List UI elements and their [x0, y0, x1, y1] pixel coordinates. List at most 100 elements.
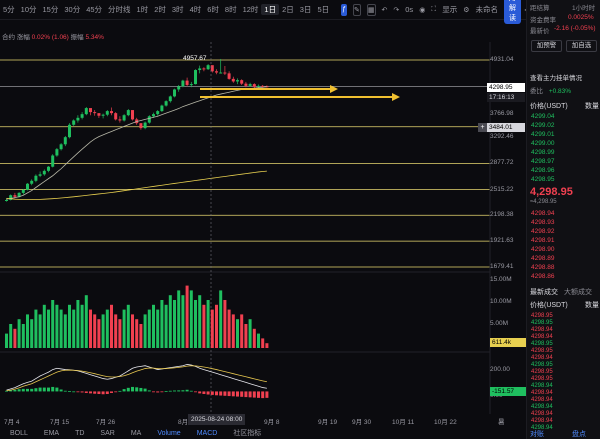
macd-hist [139, 387, 143, 392]
macd-hist [261, 391, 265, 399]
timeframe-0[interactable]: 5分 [0, 4, 18, 15]
macd-hist [198, 391, 202, 394]
macd-hist [147, 390, 151, 392]
ratio-row: 委比 +0.83% [530, 85, 571, 95]
settle-value: 1小时时 [572, 5, 596, 12]
refresh-interval[interactable]: 0s [402, 5, 416, 14]
timeframe-10[interactable]: 6时 [204, 4, 222, 15]
settings-icon[interactable]: ⚙ [463, 4, 469, 16]
reconcile-link[interactable]: 对账 [530, 429, 544, 439]
candle-body [160, 105, 164, 112]
order-flow-link[interactable]: 查看主力挂单情况 [530, 72, 582, 82]
layout-name[interactable]: 未命名 [472, 4, 501, 15]
indicator-ema[interactable]: EMA [44, 430, 59, 437]
macd-dea-line [6, 365, 267, 392]
volume-bar [76, 300, 80, 348]
timeframe-7[interactable]: 2时 [151, 4, 169, 15]
volume-bar [261, 338, 265, 348]
inventory-link[interactable]: 盘点 [572, 429, 586, 439]
ratio-label: 委比 [530, 88, 543, 95]
bid-price[interactable]: 4298.86 [531, 273, 555, 281]
volume-bar [26, 314, 29, 348]
timeframe-13[interactable]: 1日 [261, 4, 280, 15]
add-level-button[interactable]: + [478, 123, 487, 132]
timeframe-1[interactable]: 10分 [18, 4, 40, 15]
redo-icon[interactable]: ↷ [393, 4, 399, 16]
change-info: 合约 涨幅 0.02% (1.06) 振幅 5.34% [2, 31, 104, 41]
timeframe-2[interactable]: 15分 [40, 4, 62, 15]
candle-body [257, 85, 260, 87]
indicator-社区指标[interactable]: 社区指标 [233, 428, 261, 438]
timeframe-4[interactable]: 45分 [83, 4, 105, 15]
timeframe-15[interactable]: 3日 [297, 4, 315, 15]
ask-price[interactable]: 4298.97 [531, 158, 555, 166]
timeframe-16[interactable]: 5日 [314, 4, 332, 15]
latest-change-row: 最新价 -2.16 (-0.05%) [530, 25, 596, 35]
bid-price[interactable]: 4298.88 [531, 264, 555, 272]
macd-hist [13, 389, 17, 392]
indicator-ma[interactable]: MA [131, 430, 142, 437]
timeframe-11[interactable]: 8时 [222, 4, 240, 15]
line-level-tag: 3484.01 [487, 123, 525, 132]
timeframe-3[interactable]: 30分 [61, 4, 83, 15]
fullscreen-icon[interactable]: ⛶ [431, 4, 436, 16]
ask-price[interactable]: 4299.02 [531, 122, 555, 130]
ask-price[interactable]: 4299.01 [531, 131, 555, 139]
ask-price[interactable]: 4298.96 [531, 167, 555, 175]
add-alert-button[interactable]: 加预警 [531, 40, 562, 52]
ask-price[interactable]: 4299.04 [531, 113, 555, 121]
timeframe-8[interactable]: 3时 [169, 4, 187, 15]
timeframe-5[interactable]: 分时线 [105, 4, 134, 15]
trades-tab[interactable]: 最新成交 [530, 289, 558, 296]
bid-price[interactable]: 4298.94 [531, 210, 555, 218]
volume-bar [173, 300, 176, 348]
ask-price[interactable]: 4298.95 [531, 176, 555, 184]
chart-canvas[interactable] [0, 42, 526, 414]
macd-hist [21, 388, 25, 392]
volume-bar [47, 309, 50, 348]
bid-price[interactable]: 4298.92 [531, 228, 555, 236]
timeframe-14[interactable]: 2日 [279, 4, 297, 15]
price-tick: 1679.41 [490, 263, 514, 270]
macd-hist [135, 387, 139, 392]
layout-icon[interactable]: ▦ [366, 3, 376, 16]
indicator-sar[interactable]: SAR [100, 430, 114, 437]
volume-bar [160, 300, 164, 348]
indicator-icon[interactable]: ƒ [341, 3, 348, 16]
candle-body [72, 120, 76, 125]
orderbook-panel: 距结算 1小时时 资金费率 0.0025% 最新价 -2.16 (-0.05%)… [526, 0, 600, 439]
time-tick: 9月 19 [318, 419, 338, 426]
indicator-volume[interactable]: Volume [157, 430, 180, 437]
ask-price[interactable]: 4298.99 [531, 149, 555, 157]
ma200-line [6, 170, 267, 200]
timeframe-6[interactable]: 1时 [134, 4, 152, 15]
bid-price[interactable]: 4298.89 [531, 255, 555, 263]
macd-hist [105, 391, 109, 394]
bid-price[interactable]: 4298.91 [531, 237, 555, 245]
timeframe-9[interactable]: 4时 [187, 4, 205, 15]
display-button[interactable]: 显示 [439, 4, 460, 15]
camera-icon[interactable]: ◉ [419, 4, 425, 16]
candle-body [164, 101, 168, 106]
candle-body [177, 86, 181, 90]
undo-icon[interactable]: ↶ [382, 4, 388, 16]
volume-bar [257, 333, 260, 348]
volume-bar [219, 290, 223, 348]
macd-hist [231, 391, 235, 397]
bid-price[interactable]: 4298.90 [531, 246, 555, 254]
indicator-macd[interactable]: MACD [197, 430, 218, 437]
draw-icon[interactable]: ✎ [353, 3, 361, 16]
volume-bar [202, 304, 206, 348]
volume-bar [118, 319, 122, 348]
candle-body [26, 183, 29, 190]
ask-price[interactable]: 4299.00 [531, 140, 555, 148]
indicator-boll[interactable]: BOLL [10, 430, 28, 437]
add-watch-button[interactable]: 加自选 [566, 40, 597, 52]
volume-bar [194, 300, 197, 348]
price-chart[interactable]: 4931.04 3766.98 3292.46 2877.72 2515.22 2198.… [0, 42, 526, 414]
indicator-td[interactable]: TD [75, 430, 84, 437]
timeframe-12[interactable]: 12时 [240, 4, 262, 15]
bid-price[interactable]: 4298.93 [531, 219, 555, 227]
big-trades-tab[interactable]: 大额成交 [564, 289, 592, 296]
candle-body [122, 115, 126, 121]
